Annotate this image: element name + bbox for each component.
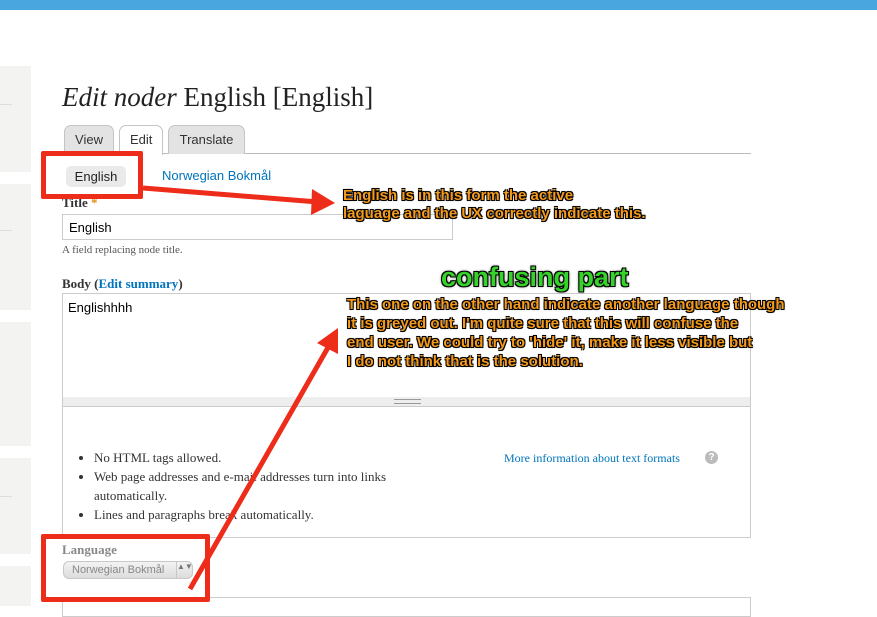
annotation-heading: confusing part [441,262,629,292]
annotation-note-2-line-3: end user. We could try to 'hide' it, mak… [347,334,753,351]
annotation-note-1-line-2: laguage and the UX correctly indicate th… [343,205,646,222]
arrow-line-2 [187,342,333,591]
arrow-head-1 [311,189,335,215]
arrow-line-1 [142,185,319,205]
annotation-note-2-line-1: This one on the other hand indicate anot… [347,296,785,313]
annotation-note-2-line-2: it is greyed out. I'm quite sure that th… [347,315,739,332]
annotation-note-2-line-4: I do not think that is the solution. [347,353,583,370]
annotation-note-1-line-1: English is in this form the active [343,187,574,204]
